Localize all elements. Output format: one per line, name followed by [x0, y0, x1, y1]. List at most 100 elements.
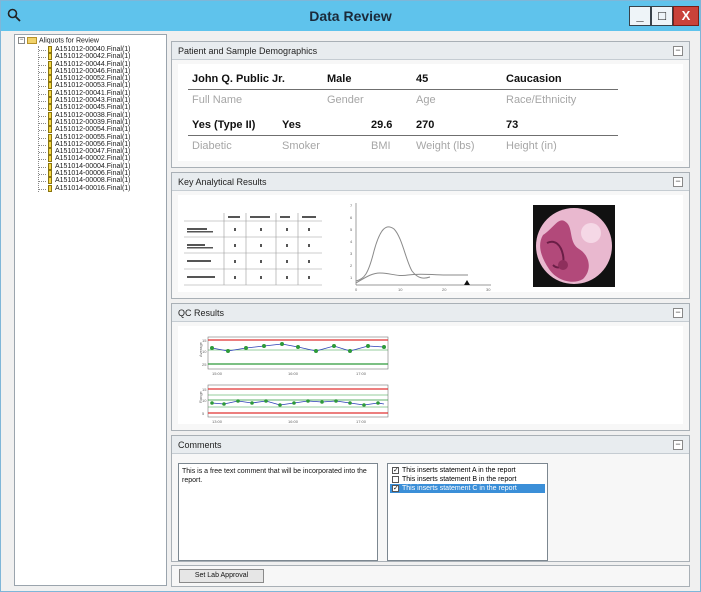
maximize-button[interactable]: □	[651, 6, 673, 26]
smoker-label: Smoker	[282, 140, 320, 152]
sample-tube-icon	[48, 82, 52, 90]
svg-text:3: 3	[350, 251, 353, 256]
tree-item[interactable]: A151012-00039.Final(1)	[39, 118, 131, 126]
statement-item[interactable]: ✓ This inserts statement C in the report	[390, 484, 545, 493]
svg-text:16:00: 16:00	[288, 419, 299, 424]
tree-item-label: A151014-00016.Final(1)	[55, 184, 131, 192]
svg-text:Range: Range	[198, 390, 203, 403]
minimize-button[interactable]: _	[629, 6, 651, 26]
divider	[188, 135, 618, 136]
tree-item-label: A151012-00047.Final(1)	[55, 148, 131, 156]
statement-item[interactable]: This inserts statement B in the report	[390, 475, 545, 484]
tree-item[interactable]: A151014-00016.Final(1)	[39, 184, 131, 192]
statement-label: This inserts statement B in the report	[402, 476, 517, 483]
collapse-panel-button[interactable]: −	[673, 177, 683, 187]
sample-tube-icon	[48, 111, 52, 119]
tree-item-label: A151012-00054.Final(1)	[55, 126, 131, 134]
panel-header: Patient and Sample Demographics −	[172, 42, 689, 60]
panel-header: Comments −	[172, 436, 689, 454]
statement-item[interactable]: ✓ This inserts statement A in the report	[390, 466, 545, 475]
tree-root-label: Aliquots for Review	[39, 37, 99, 45]
histology-image[interactable]	[533, 205, 615, 287]
tree-item[interactable]: A151012-00044.Final(1)	[39, 60, 131, 68]
svg-text:16:00: 16:00	[288, 371, 299, 376]
statement-label: This inserts statement A in the report	[402, 467, 516, 474]
statement-label: This inserts statement C in the report	[402, 485, 517, 492]
svg-text:6: 6	[350, 215, 353, 220]
tree-item[interactable]: A151012-00056.Final(1)	[39, 140, 131, 148]
tree-item[interactable]: A151012-00046.Final(1)	[39, 67, 131, 75]
svg-text:1: 1	[350, 275, 353, 280]
tree-item[interactable]: A151012-00054.Final(1)	[39, 126, 131, 134]
tree-item-label: A151012-00053.Final(1)	[55, 82, 131, 90]
tree-item[interactable]: A151012-00038.Final(1)	[39, 111, 131, 119]
tree-item[interactable]: A151012-00045.Final(1)	[39, 104, 131, 112]
tree-item-label: A151012-00039.Final(1)	[55, 118, 131, 126]
tree-item[interactable]: A151012-00053.Final(1)	[39, 82, 131, 90]
title-bar[interactable]: Data Review _ □ X	[1, 1, 700, 31]
sample-tube-icon	[48, 97, 52, 105]
tree-item[interactable]: A151012-00055.Final(1)	[39, 133, 131, 141]
tree-item-label: A151012-00038.Final(1)	[55, 111, 131, 119]
tree-item[interactable]: A151012-00041.Final(1)	[39, 89, 131, 97]
svg-text:25: 25	[202, 362, 207, 367]
sample-tube-icon	[48, 89, 52, 97]
collapse-panel-button[interactable]: −	[673, 46, 683, 56]
tree-item[interactable]: A151014-00008.Final(1)	[39, 177, 131, 185]
tree-root[interactable]: − Aliquots for Review	[18, 37, 99, 44]
bmi-label: BMI	[371, 140, 391, 152]
collapse-panel-button[interactable]: −	[673, 308, 683, 318]
sample-tube-icon	[48, 46, 52, 53]
weight-value: 270	[416, 119, 435, 131]
bmi-value: 29.6	[371, 119, 393, 131]
statement-checklist[interactable]: ✓ This inserts statement A in the report T…	[387, 463, 548, 561]
tree-item[interactable]: A151014-00004.Final(1)	[39, 162, 131, 170]
height-value: 73	[506, 119, 519, 131]
close-button[interactable]: X	[673, 6, 699, 26]
qc-control-charts[interactable]: 151025 15:00 16:00 17:00 Average 15105 13:…	[194, 333, 394, 429]
race-value: Caucasion	[506, 73, 562, 85]
statement-checkbox[interactable]	[392, 476, 399, 483]
tree-item[interactable]: A151014-00006.Final(1)	[39, 170, 131, 178]
tree-item[interactable]: A151012-00052.Final(1)	[39, 75, 131, 83]
gender-label: Gender	[327, 94, 364, 106]
comments-panel: Comments − This is a free text comment t…	[171, 435, 690, 562]
aliquot-tree[interactable]: − Aliquots for Review A151012-00040.Final…	[14, 34, 167, 586]
qc-header: QC Results	[178, 308, 225, 318]
set-lab-approval-button[interactable]: Set Lab Approval	[179, 569, 264, 583]
tree-item[interactable]: A151012-00047.Final(1)	[39, 148, 131, 156]
tree-item-label: A151012-00046.Final(1)	[55, 67, 131, 75]
panel-header: Key Analytical Results −	[172, 173, 689, 191]
sample-tube-icon	[48, 60, 52, 68]
divider	[188, 89, 618, 90]
tree-item-label: A151014-00004.Final(1)	[55, 162, 131, 170]
tree-item-label: A151014-00008.Final(1)	[55, 177, 131, 185]
sample-tube-icon	[48, 118, 52, 126]
svg-text:0: 0	[355, 287, 358, 291]
collapse-panel-button[interactable]: −	[673, 440, 683, 450]
diabetic-value: Yes (Type II)	[192, 119, 256, 131]
tree-item[interactable]: A151012-00043.Final(1)	[39, 97, 131, 105]
race-label: Race/Ethnicity	[506, 94, 577, 106]
sample-tube-icon	[48, 140, 52, 148]
tree-item[interactable]: A151012-00042.Final(1)	[39, 53, 131, 61]
tree-item-label: A151012-00055.Final(1)	[55, 133, 131, 141]
statement-checkbox[interactable]: ✓	[392, 467, 399, 474]
results-table-thumbnail[interactable]	[184, 207, 324, 287]
tree-item-label: A151012-00045.Final(1)	[55, 104, 131, 112]
qc-panel: QC Results − 15 10 25 15:00 16:00 17:00 Aver…	[171, 303, 690, 431]
sample-tube-icon	[48, 184, 52, 192]
tree-item-label: A151012-00044.Final(1)	[55, 60, 131, 68]
tree-item-label: A151012-00052.Final(1)	[55, 75, 131, 83]
comment-textarea[interactable]: This is a free text comment that will be…	[178, 463, 378, 561]
tree-item-label: A151012-00041.Final(1)	[55, 89, 131, 97]
svg-text:10: 10	[398, 287, 403, 291]
sample-tube-icon	[48, 126, 52, 134]
tree-item[interactable]: A151012-00040.Final(1)	[39, 46, 131, 53]
qc-body: 15 10 25 15:00 16:00 17:00 Average 15 10 5 13:…	[178, 326, 683, 424]
analytical-curve-thumbnail[interactable]: 7 6 5 4 3 2 1 0 10 20 30	[346, 199, 496, 291]
collapse-toggle-icon[interactable]: −	[18, 37, 25, 44]
tree-item[interactable]: A151014-00002.Final(1)	[39, 155, 131, 163]
statement-checkbox[interactable]: ✓	[392, 485, 399, 492]
tree-item-label: A151012-00043.Final(1)	[55, 97, 131, 105]
